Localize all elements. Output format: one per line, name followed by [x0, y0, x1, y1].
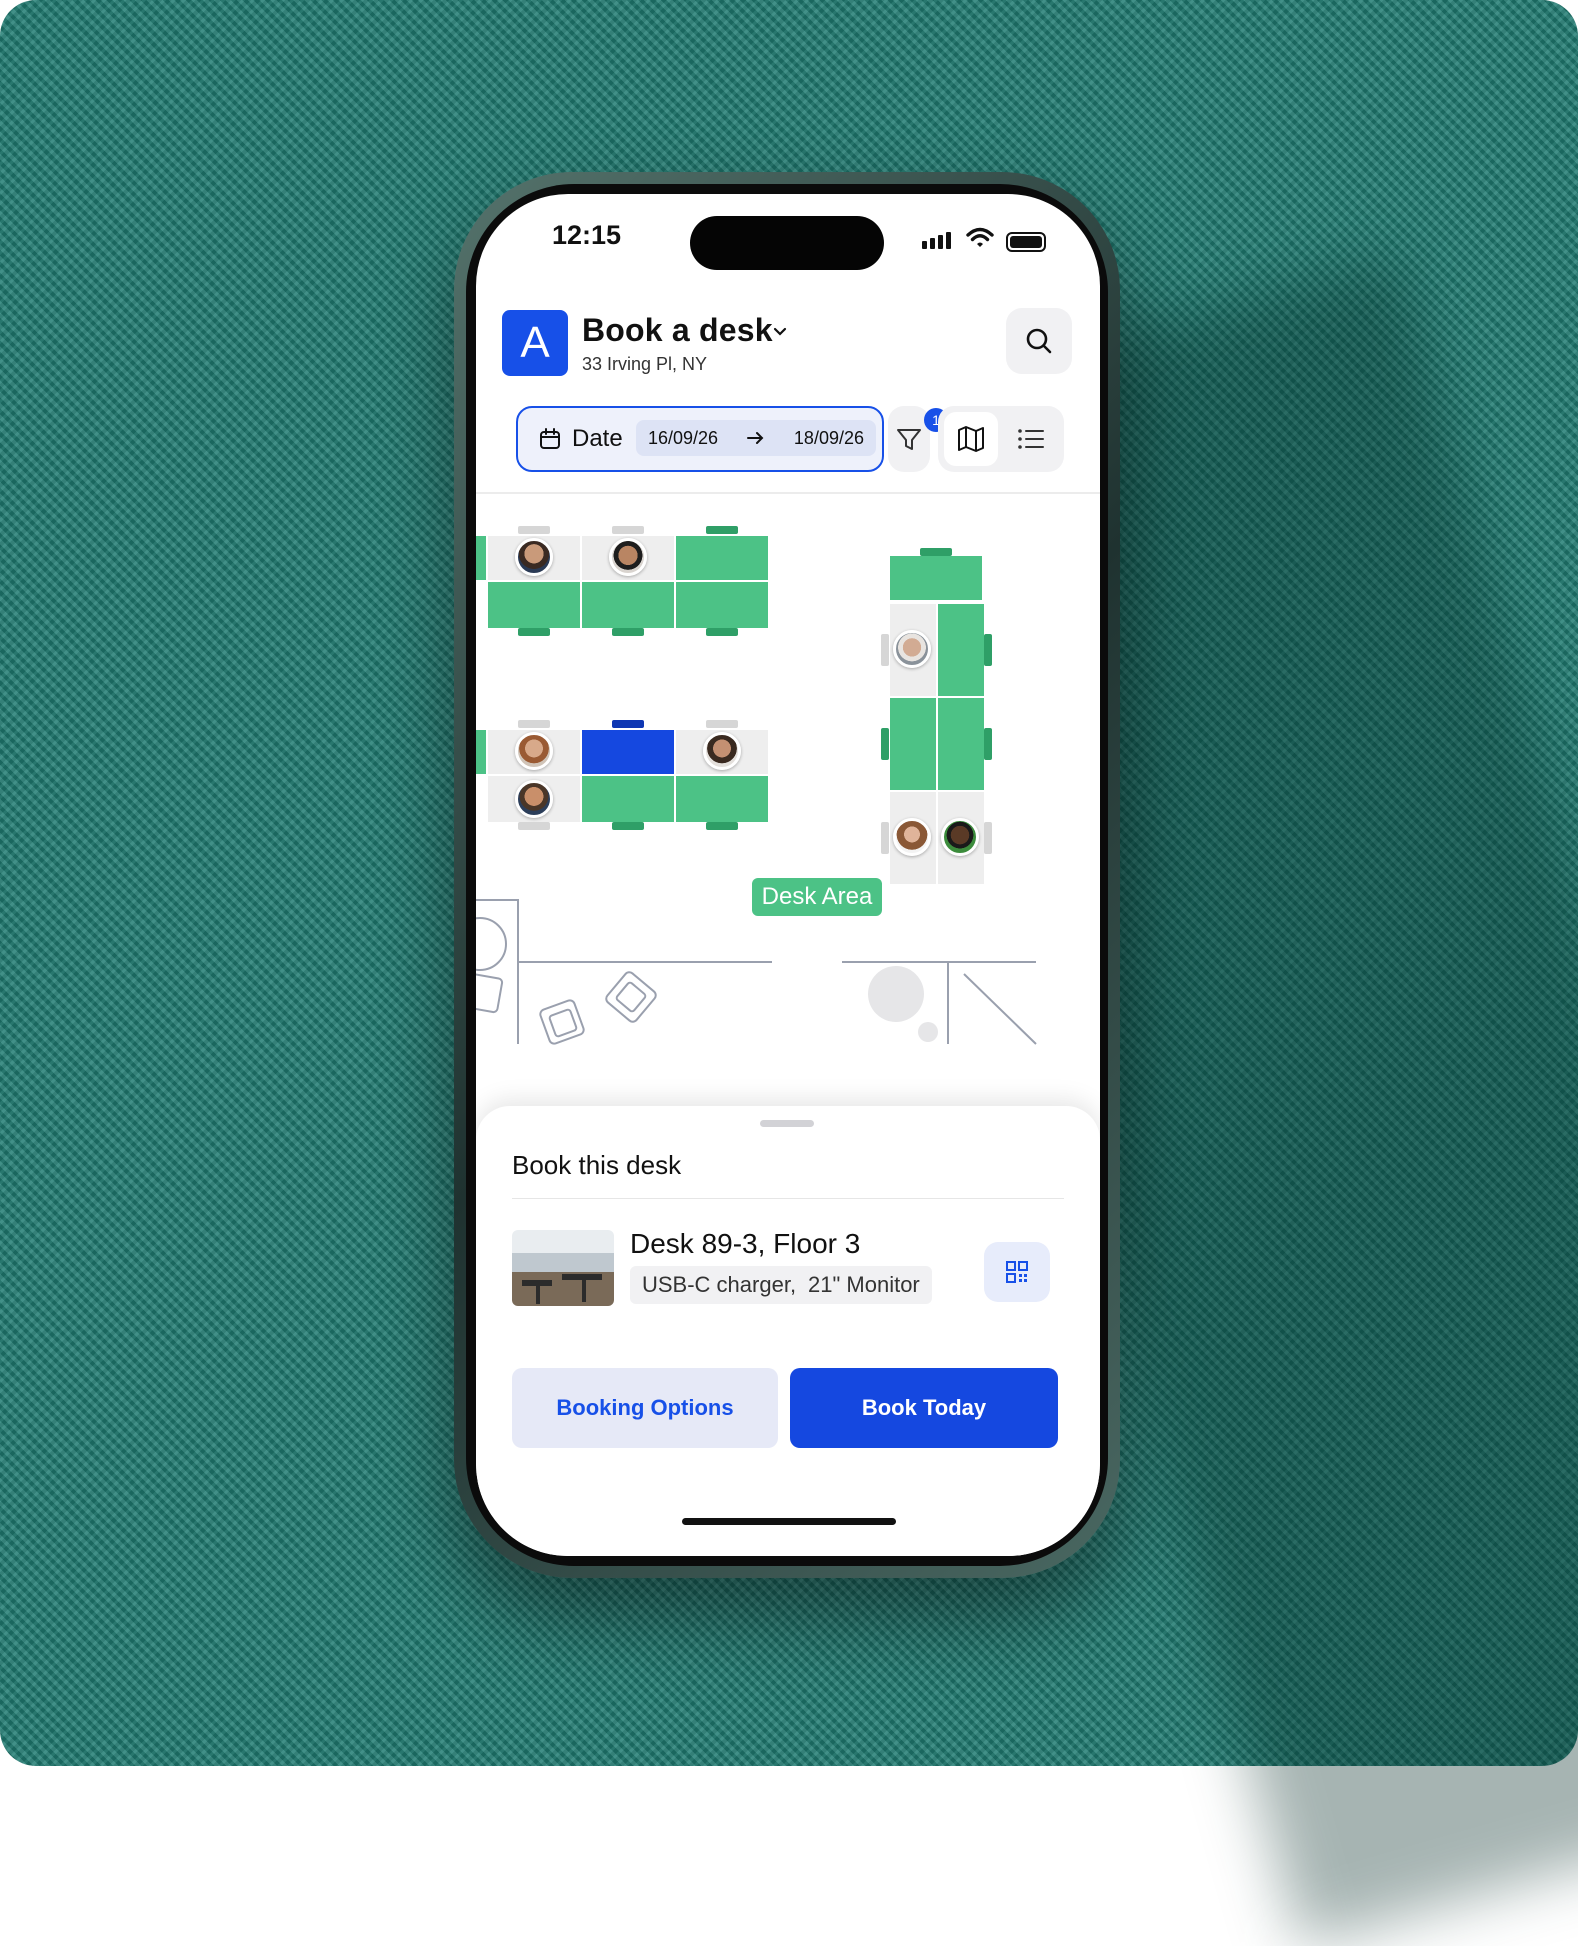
avatar[interactable] — [703, 732, 741, 770]
end-date: 18/09/26 — [793, 427, 864, 448]
arrow-right-icon — [747, 432, 764, 444]
app-screen: 12:15 A Book a desk 33 Irving Pl, NY Dat… — [476, 194, 1100, 1556]
avatar[interactable] — [515, 732, 553, 770]
floor-plan-outline — [476, 899, 1037, 1045]
search-button[interactable] — [1006, 308, 1072, 374]
battery-icon — [1006, 232, 1046, 252]
desk-available[interactable] — [890, 698, 936, 790]
avatar[interactable] — [515, 538, 553, 576]
chair — [881, 822, 889, 854]
desk-available[interactable] — [890, 556, 982, 600]
avatar[interactable] — [893, 818, 931, 856]
booking-sheet: Book this desk Desk 89-3, Floor 3 USB-C … — [476, 1106, 1100, 1556]
chair — [706, 526, 738, 534]
chair — [518, 628, 550, 636]
list-icon — [1018, 429, 1044, 449]
chair — [612, 628, 644, 636]
page-title[interactable]: Book a desk — [582, 312, 773, 349]
dynamic-island — [690, 216, 884, 270]
avatar[interactable] — [609, 538, 647, 576]
chair — [706, 628, 738, 636]
book-today-button[interactable]: Book Today — [790, 1368, 1058, 1448]
desk-available[interactable] — [938, 604, 984, 696]
office-address: 33 Irving Pl, NY — [582, 354, 708, 374]
desk-name: Desk 89-3, Floor 3 — [630, 1228, 861, 1259]
desk-available[interactable] — [476, 536, 486, 580]
avatar[interactable] — [515, 780, 553, 818]
chair — [612, 822, 644, 830]
chair — [518, 720, 550, 728]
avatar[interactable] — [941, 818, 979, 856]
calendar-icon — [540, 428, 560, 449]
chair — [920, 548, 952, 556]
avatar[interactable] — [893, 630, 931, 668]
status-time: 12:15 — [552, 220, 622, 250]
chevron-down-icon[interactable] — [772, 324, 788, 340]
floor-map[interactable]: Desk Area — [476, 494, 1100, 1124]
desk-available[interactable] — [676, 776, 768, 822]
desk-available[interactable] — [676, 536, 768, 580]
chair — [706, 720, 738, 728]
chair — [984, 728, 992, 760]
search-icon — [1026, 328, 1052, 354]
wifi-icon — [966, 227, 994, 247]
desk-available[interactable] — [676, 582, 768, 628]
home-indicator[interactable] — [682, 1518, 896, 1525]
qr-code-button[interactable] — [984, 1242, 1050, 1302]
amenity-tag: 21" Monitor — [796, 1266, 932, 1304]
chair — [518, 822, 550, 830]
qr-code-icon — [1006, 1261, 1028, 1283]
amenity-tag: USB-C charger, — [630, 1266, 809, 1304]
chair — [984, 634, 992, 666]
map-icon — [958, 426, 984, 452]
booking-options-button[interactable]: Booking Options — [512, 1368, 778, 1448]
view-toggle[interactable] — [938, 406, 1064, 472]
chair — [612, 526, 644, 534]
sheet-divider — [512, 1198, 1064, 1199]
start-date: 16/09/26 — [648, 427, 719, 448]
desk-available[interactable] — [476, 730, 486, 774]
sheet-title: Book this desk — [512, 1150, 682, 1180]
chair — [881, 728, 889, 760]
chair — [706, 822, 738, 830]
cellular-signal-icon — [922, 232, 951, 249]
chair — [518, 526, 550, 534]
desk-selected[interactable] — [582, 730, 674, 774]
desk-photo — [512, 1230, 614, 1306]
sheet-grabber[interactable] — [760, 1120, 814, 1127]
workspace-logo: A — [502, 310, 568, 376]
date-range[interactable]: 16/09/26 18/09/26 — [636, 420, 876, 456]
chair — [881, 634, 889, 666]
desk-available[interactable] — [938, 698, 984, 790]
date-label: Date — [572, 425, 623, 452]
date-range-selector[interactable]: Date 16/09/26 18/09/26 — [516, 406, 884, 472]
list-view-button[interactable] — [1004, 412, 1058, 466]
map-view-button[interactable] — [944, 412, 998, 466]
desk-available[interactable] — [488, 582, 580, 628]
filter-icon — [897, 429, 921, 450]
chair — [984, 822, 992, 854]
desk-available[interactable] — [582, 582, 674, 628]
desk-available[interactable] — [582, 776, 674, 822]
chair — [612, 720, 644, 728]
